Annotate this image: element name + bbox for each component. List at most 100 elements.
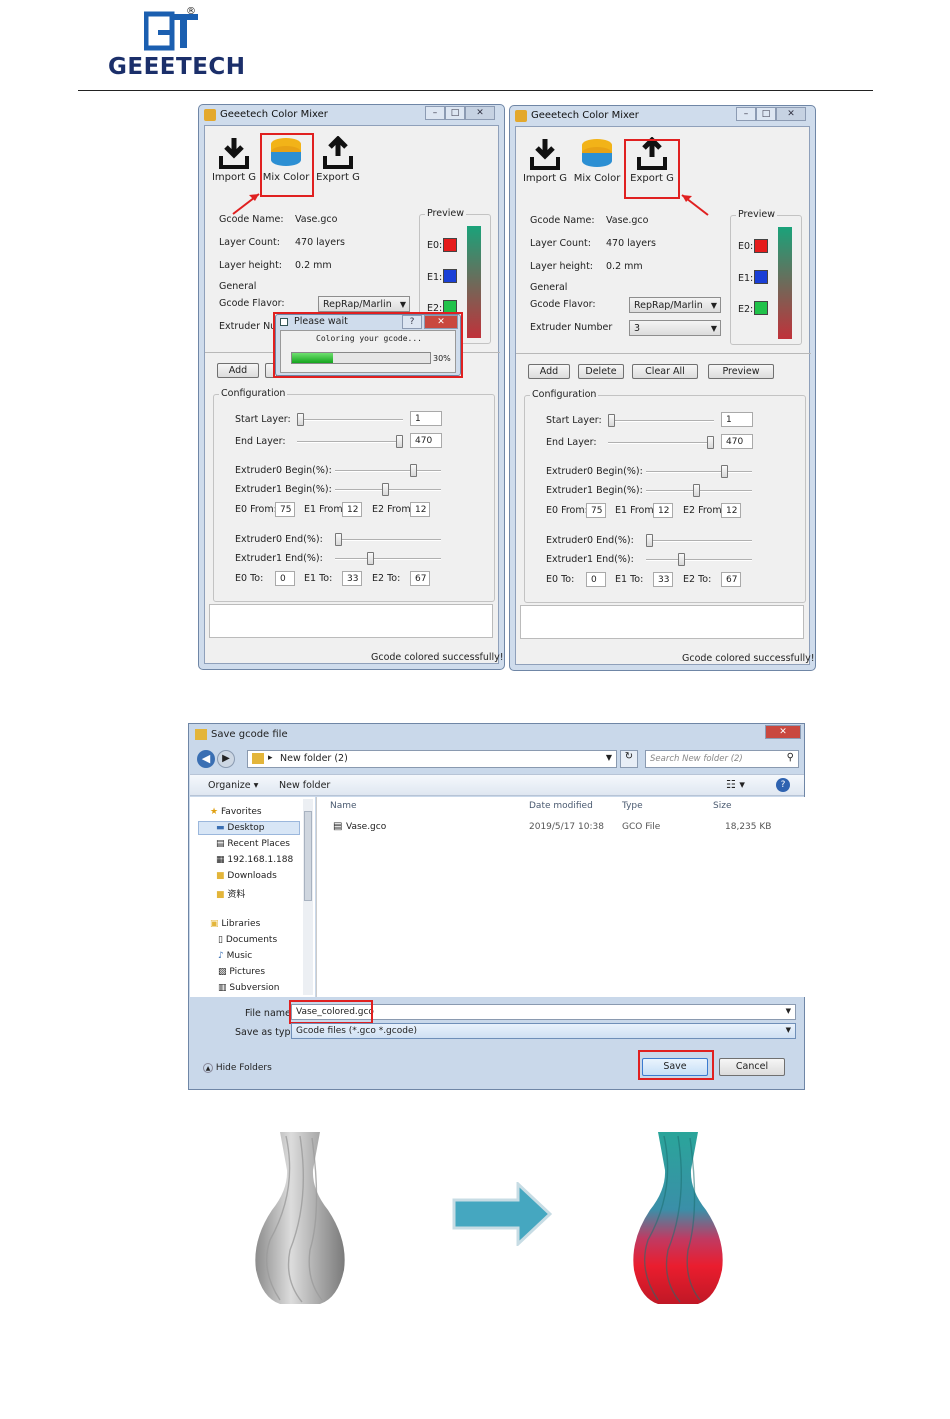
forward-button[interactable]: ▶ — [217, 750, 235, 768]
refresh-icon[interactable]: ↻ — [620, 750, 638, 768]
e0-from-input[interactable]: 75 — [275, 502, 295, 517]
type-column-header[interactable]: Type — [622, 801, 643, 811]
e2-to-label: E2 To: — [372, 573, 401, 584]
gcode-name-label: Gcode Name: — [219, 214, 284, 225]
documents-item[interactable]: ▯ Documents — [218, 935, 277, 945]
e1-end-slider[interactable] — [367, 552, 374, 565]
minimize-button[interactable]: – — [736, 107, 756, 121]
e1-from-input[interactable]: 12 — [653, 503, 673, 518]
file-list: Name Date modified Type Size ▤ Vase.gco … — [316, 797, 805, 997]
e1-to-input[interactable]: 33 — [653, 572, 673, 587]
e1-begin-slider[interactable] — [693, 484, 700, 497]
file-icon: ▤ — [333, 821, 343, 832]
import-label: Import G — [522, 173, 568, 184]
e2-to-input[interactable]: 67 — [410, 571, 430, 586]
name-column-header[interactable]: Name — [330, 801, 357, 811]
close-button[interactable]: ✕ — [465, 106, 495, 120]
downloads-item[interactable]: ■ Downloads — [216, 871, 277, 881]
new-folder-button[interactable]: New folder — [279, 780, 330, 791]
import-gcode-button[interactable]: Import G — [209, 136, 259, 183]
start-layer-label: Start Layer: — [235, 414, 291, 425]
e0-from-input[interactable]: 75 — [586, 503, 606, 518]
e0-to-input[interactable]: 0 — [586, 572, 606, 587]
e1-to-input[interactable]: 33 — [342, 571, 362, 586]
e2-from-input[interactable]: 12 — [721, 503, 741, 518]
minimize-button[interactable]: – — [425, 106, 445, 120]
export-highlight — [624, 139, 680, 199]
file-size-cell: 18,235 KB — [725, 822, 772, 832]
maximize-button[interactable]: □ — [445, 106, 465, 120]
configuration-label: Configuration — [219, 388, 288, 399]
size-column-header[interactable]: Size — [713, 801, 731, 811]
e0-begin-slider[interactable] — [410, 464, 417, 477]
e1-begin-slider[interactable] — [382, 483, 389, 496]
cancel-button[interactable]: Cancel — [719, 1058, 785, 1076]
import-gcode-button[interactable]: Import G — [520, 137, 570, 184]
start-layer-input[interactable]: 1 — [410, 411, 442, 426]
search-box[interactable]: Search New folder (2) ⚲ — [645, 750, 799, 768]
e0-end-track — [646, 540, 752, 542]
e0-begin-slider[interactable] — [721, 465, 728, 478]
subversion-item[interactable]: ▥ Subversion — [218, 983, 279, 993]
pictures-item[interactable]: ▨ Pictures — [218, 967, 265, 977]
e2-from-input[interactable]: 12 — [410, 502, 430, 517]
ziliao-item[interactable]: ■ 资料 — [216, 887, 245, 900]
layer-count-label: Layer Count: — [530, 238, 591, 249]
e0-end-slider[interactable] — [646, 534, 653, 547]
music-item[interactable]: ♪ Music — [218, 951, 252, 961]
start-layer-slider[interactable] — [608, 414, 615, 427]
favorites-item[interactable]: ★ Favorites — [210, 807, 262, 817]
e2-to-input[interactable]: 67 — [721, 572, 741, 587]
mix-color-button[interactable]: Mix Color — [572, 137, 622, 184]
add-button[interactable]: Add — [528, 364, 570, 379]
gcode-name-label: Gcode Name: — [530, 215, 595, 226]
start-layer-input[interactable]: 1 — [721, 412, 753, 427]
address-bar[interactable]: ▸ New folder (2) ▼ — [247, 750, 617, 768]
vase-uncolored-image — [255, 1132, 345, 1304]
network-ip-item[interactable]: ▦ 192.168.1.188 — [216, 855, 293, 865]
extruder-number-select[interactable]: 3 ▼ — [629, 320, 721, 336]
status-message: Gcode colored successfully! — [682, 653, 815, 664]
export-gcode-button[interactable]: Export G — [313, 136, 363, 183]
desktop-item[interactable]: ▬ Desktop — [216, 823, 265, 833]
help-icon[interactable]: ? — [776, 778, 790, 792]
close-button[interactable]: ✕ — [776, 107, 806, 121]
start-layer-slider[interactable] — [297, 413, 304, 426]
table-row[interactable]: ▤ Vase.gco 2019/5/17 10:38 GCO File 18,2… — [317, 819, 797, 835]
preview-button[interactable]: Preview — [708, 364, 774, 379]
color-mixer-window-right: Geeetech Color Mixer – □ ✕ Import G Mix … — [509, 105, 816, 671]
end-layer-input[interactable]: 470 — [410, 433, 442, 448]
save-type-select[interactable]: Gcode files (*.gco *.gcode) ▼ — [291, 1023, 796, 1039]
recent-places-item[interactable]: ▤ Recent Places — [216, 839, 290, 849]
gcode-flavor-select[interactable]: RepRap/Marlin ▼ — [318, 296, 410, 312]
end-layer-input[interactable]: 470 — [721, 434, 753, 449]
end-layer-slider[interactable] — [396, 435, 403, 448]
e1-from-input[interactable]: 12 — [342, 502, 362, 517]
app-icon — [204, 109, 216, 121]
clear-all-button[interactable]: Clear All — [632, 364, 698, 379]
gcode-flavor-select[interactable]: RepRap/Marlin ▼ — [629, 297, 721, 313]
view-options-icon[interactable]: ☷ ▾ — [726, 778, 745, 791]
delete-button[interactable]: Delete — [578, 364, 624, 379]
nav-scrollbar[interactable] — [303, 799, 313, 995]
add-button[interactable]: Add — [217, 363, 259, 378]
preview-label: Preview — [736, 209, 777, 220]
e0-to-input[interactable]: 0 — [275, 571, 295, 586]
e0-end-slider[interactable] — [335, 533, 342, 546]
layer-height-value: 0.2 mm — [295, 260, 332, 271]
back-button[interactable]: ◀ — [197, 750, 215, 768]
e1-end-slider[interactable] — [678, 553, 685, 566]
maximize-button[interactable]: □ — [756, 107, 776, 121]
close-button[interactable]: ✕ — [765, 725, 801, 739]
folder-icon — [252, 753, 264, 764]
e0-begin-track — [335, 470, 441, 472]
organize-button[interactable]: Organize ▾ — [208, 780, 258, 791]
navigation-pane: ★ Favorites ▬ Desktop ▤ Recent Places ▦ … — [190, 797, 315, 997]
gcode-flavor-label: Gcode Flavor: — [219, 298, 285, 309]
libraries-item[interactable]: ▣ Libraries — [210, 919, 260, 929]
chevron-down-icon[interactable]: ▼ — [606, 753, 612, 762]
date-column-header[interactable]: Date modified — [529, 801, 593, 811]
app-icon — [515, 110, 527, 122]
end-layer-slider[interactable] — [707, 436, 714, 449]
hide-folders-button[interactable]: ▲ Hide Folders — [203, 1063, 272, 1073]
